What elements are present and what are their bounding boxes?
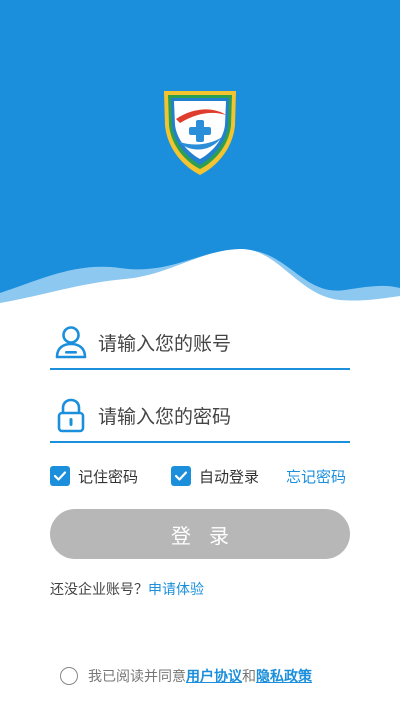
- forgot-password-link[interactable]: 忘记密码: [286, 466, 346, 487]
- password-input[interactable]: [96, 399, 350, 435]
- apply-trial-link[interactable]: 申请体验: [148, 582, 204, 598]
- user-icon: [55, 326, 87, 359]
- signup-prompt: 还没企业账号？申请体验: [50, 579, 204, 599]
- privacy-policy-link[interactable]: 隐私政策: [256, 666, 312, 686]
- shield-plus-icon: [164, 91, 236, 175]
- agreement-row: 我已阅读并同意 用户协议和隐私政策: [60, 665, 312, 687]
- auto-login-label: 自动登录: [199, 467, 260, 486]
- login-button[interactable]: 登录: [50, 509, 350, 559]
- agreement-prefix: 我已阅读并同意: [88, 669, 186, 685]
- remember-password-label: 记住密码: [78, 467, 139, 486]
- account-field[interactable]: [50, 322, 350, 370]
- lock-icon: [57, 398, 85, 433]
- signup-question: 还没企业账号？: [50, 582, 148, 598]
- remember-password-checkbox[interactable]: 记住密码: [50, 463, 138, 489]
- check-icon: [171, 466, 191, 486]
- user-agreement-link[interactable]: 用户协议: [186, 666, 242, 686]
- account-input[interactable]: [96, 326, 350, 362]
- agreement-radio[interactable]: [60, 667, 78, 685]
- password-field[interactable]: [50, 395, 350, 443]
- check-icon: [50, 466, 70, 486]
- agreement-conjunction: 和: [242, 669, 256, 685]
- auto-login-checkbox[interactable]: 自动登录: [171, 463, 259, 489]
- header-banner: [0, 0, 400, 310]
